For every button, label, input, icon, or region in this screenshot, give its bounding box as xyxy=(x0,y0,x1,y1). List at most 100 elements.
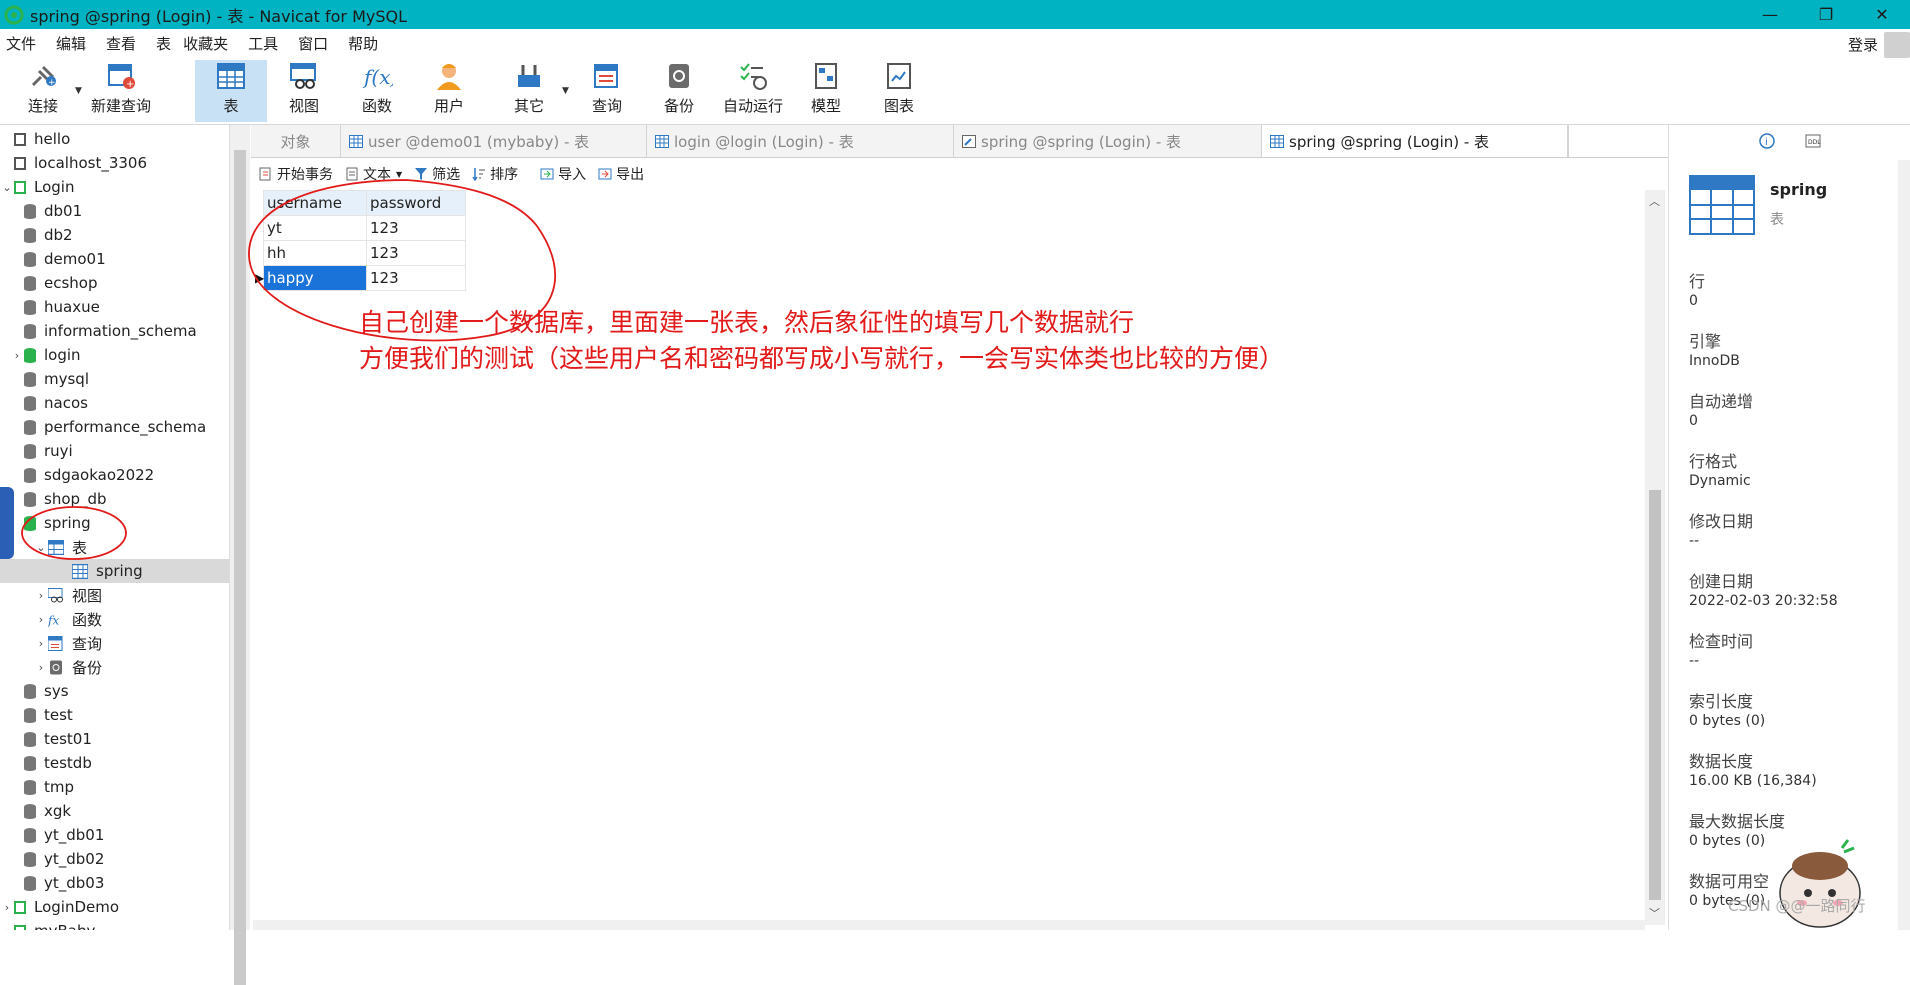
tree-item-views-folder[interactable]: › 视图 xyxy=(0,583,229,607)
other-button[interactable]: 其它 xyxy=(500,60,558,122)
tree-item-information-schema[interactable]: information_schema xyxy=(0,319,229,343)
info-value: 0 bytes (0) xyxy=(1689,833,1766,849)
tab-objects[interactable]: 对象 xyxy=(251,125,341,157)
auto-run-button[interactable]: 自动运行 xyxy=(720,60,786,122)
database-icon xyxy=(24,755,36,771)
chevron-right-icon[interactable]: › xyxy=(0,925,14,931)
tree-item-xgk[interactable]: xgk xyxy=(0,799,229,823)
table-button[interactable]: 表 xyxy=(195,60,267,122)
tree-item-sdgaokao2022[interactable]: sdgaokao2022 xyxy=(0,463,229,487)
tab-spring-spring-active[interactable]: spring @spring (Login) - 表 xyxy=(1262,125,1568,157)
tree-item-logindemo[interactable]: › LoginDemo xyxy=(0,895,229,919)
tree-item-huaxue[interactable]: huaxue xyxy=(0,295,229,319)
info-icon[interactable]: i xyxy=(1759,133,1775,149)
tree-item-test01[interactable]: test01 xyxy=(0,727,229,751)
chevron-right-icon[interactable]: › xyxy=(34,661,48,674)
info-panel-scrollbar[interactable] xyxy=(1898,160,1910,930)
tree-item-functions-folder[interactable]: › fx 函数 xyxy=(0,607,229,631)
tree-item-mysql[interactable]: mysql xyxy=(0,367,229,391)
new-query-button[interactable]: + 新建查询 xyxy=(88,60,154,122)
export-button[interactable]: 导出 xyxy=(598,164,644,184)
menu-window[interactable]: 窗口 xyxy=(292,33,342,54)
backup-button[interactable]: 备份 xyxy=(650,60,708,122)
tab-login-login[interactable]: login @login (Login) - 表 xyxy=(647,125,954,157)
tree-item-db2[interactable]: db2 xyxy=(0,223,229,247)
grid-vertical-scrollbar[interactable]: ︿ ﹀ xyxy=(1645,190,1665,925)
user-icon xyxy=(437,64,461,90)
database-icon xyxy=(24,395,36,411)
close-button[interactable]: ✕ xyxy=(1854,0,1910,29)
floating-widget[interactable] xyxy=(0,487,14,559)
tree-item-tmp[interactable]: tmp xyxy=(0,775,229,799)
chevron-right-icon[interactable]: › xyxy=(34,637,48,650)
menu-view[interactable]: 查看 xyxy=(100,33,150,54)
menu-table[interactable]: 表 xyxy=(150,33,177,54)
database-icon xyxy=(24,443,36,459)
menu-help[interactable]: 帮助 xyxy=(342,33,392,54)
grid-horizontal-scrollbar[interactable] xyxy=(253,920,1645,930)
tree-item-db01[interactable]: db01 xyxy=(0,199,229,223)
svg-text:f(x): f(x) xyxy=(362,65,393,89)
tree-item-yt-db02[interactable]: yt_db02 xyxy=(0,847,229,871)
connect-button[interactable]: + 连接 xyxy=(18,60,68,122)
tree-item-queries-folder[interactable]: › 查询 xyxy=(0,631,229,655)
menu-edit[interactable]: 编辑 xyxy=(50,33,100,54)
info-label: 创建日期 xyxy=(1689,572,1754,591)
query-button[interactable]: 查询 xyxy=(578,60,636,122)
scroll-up-icon[interactable]: ︿ xyxy=(1649,193,1660,209)
annotation-text-line1: 自己创建一个数据库，里面建一张表，然后象征性的填写几个数据就行 xyxy=(359,308,1135,337)
backup-icon xyxy=(50,660,62,674)
grid-scrollbar-thumb[interactable] xyxy=(1649,490,1661,900)
info-value: 2022-02-03 20:32:58 xyxy=(1689,593,1838,609)
chevron-right-icon[interactable]: › xyxy=(0,901,14,914)
menu-favorites[interactable]: 收藏夹 xyxy=(177,33,242,54)
svg-text:+: + xyxy=(126,79,134,90)
chevron-down-icon[interactable]: ▼ xyxy=(562,86,569,96)
view-button[interactable]: 视图 xyxy=(275,60,333,122)
info-label: 检查时间 xyxy=(1689,632,1754,651)
chevron-right-icon[interactable]: › xyxy=(34,613,48,626)
function-button[interactable]: f(x) 函数 xyxy=(348,60,406,122)
tree-item-demo01[interactable]: demo01 xyxy=(0,247,229,271)
tree-item-sys[interactable]: sys xyxy=(0,679,229,703)
scroll-down-icon[interactable]: ﹀ xyxy=(1649,905,1660,921)
tree-item-login-connection[interactable]: ⌄ Login xyxy=(0,175,229,199)
tab-user-demo01[interactable]: user @demo01 (mybaby) - 表 xyxy=(341,125,647,157)
menu-tools[interactable]: 工具 xyxy=(242,33,292,54)
tree-item-backups-folder[interactable]: › 备份 xyxy=(0,655,229,679)
tree-item-performance-schema[interactable]: performance_schema xyxy=(0,415,229,439)
menu-file[interactable]: 文件 xyxy=(0,33,50,54)
chevron-down-icon[interactable]: ▼ xyxy=(75,86,82,96)
info-value: 0 xyxy=(1689,413,1698,429)
tree-item-ruyi[interactable]: ruyi xyxy=(0,439,229,463)
tree-item-localhost[interactable]: localhost_3306 xyxy=(0,151,229,175)
tree-item-hello[interactable]: hello xyxy=(0,127,229,151)
chevron-right-icon[interactable]: › xyxy=(34,589,48,602)
info-panel-tabs: i DDL xyxy=(1669,125,1910,157)
maximize-button[interactable]: ❐ xyxy=(1798,0,1854,29)
tree-item-yt-db01[interactable]: yt_db01 xyxy=(0,823,229,847)
avatar[interactable] xyxy=(1884,32,1910,58)
tree-item-mybaby[interactable]: ›myBaby xyxy=(0,919,229,930)
info-label: 数据长度 xyxy=(1689,752,1754,771)
model-icon xyxy=(815,63,837,89)
tab-spring-spring-1[interactable]: spring @spring (Login) - 表 xyxy=(954,125,1262,157)
model-button[interactable]: 模型 xyxy=(797,60,855,122)
info-value: 0 bytes (0) xyxy=(1689,713,1766,729)
tree-item-ecshop[interactable]: ecshop xyxy=(0,271,229,295)
tree-item-yt-db03[interactable]: yt_db03 xyxy=(0,871,229,895)
chevron-right-icon[interactable]: › xyxy=(10,349,24,362)
ddl-icon[interactable]: DDL xyxy=(1805,133,1821,149)
info-label: 行格式 xyxy=(1689,452,1738,471)
chevron-down-icon[interactable]: ⌄ xyxy=(0,181,14,194)
chart-button[interactable]: 图表 xyxy=(870,60,928,122)
tree-item-login[interactable]: › login xyxy=(0,343,229,367)
tree-item-testdb[interactable]: testdb xyxy=(0,751,229,775)
database-icon xyxy=(24,779,36,795)
user-button[interactable]: 用户 xyxy=(420,60,478,122)
tree-item-test[interactable]: test xyxy=(0,703,229,727)
watermark: CSDN @@一路同行 xyxy=(1728,897,1866,915)
login-link[interactable]: 登录 xyxy=(1848,34,1878,55)
minimize-button[interactable]: — xyxy=(1742,0,1798,29)
tree-item-nacos[interactable]: nacos xyxy=(0,391,229,415)
